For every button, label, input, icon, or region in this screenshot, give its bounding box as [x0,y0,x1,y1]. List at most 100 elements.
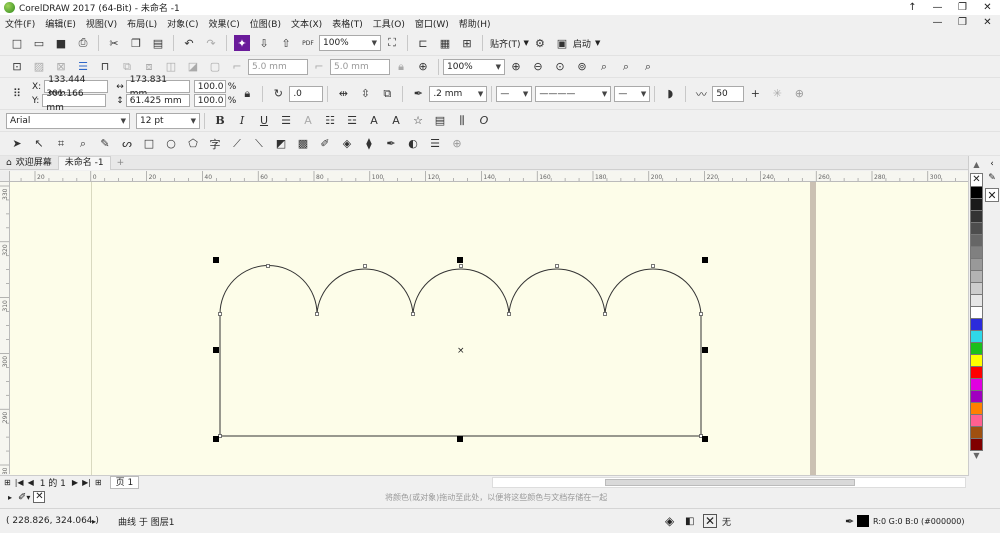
drawing-canvas[interactable]: × [10,182,968,475]
copy-icon[interactable]: ❐ [128,35,144,51]
zoom-out-icon[interactable]: ⊖ [530,59,546,75]
color-swatch[interactable] [970,187,983,199]
handle-bottom-left[interactable] [213,436,219,442]
cut-icon[interactable]: ✂ [106,35,122,51]
simplify-icon[interactable]: ◪ [185,59,201,75]
horizontal-scroll-thumb[interactable] [605,479,855,486]
bold-icon[interactable]: B [212,113,228,129]
color-swatch[interactable] [970,211,983,223]
color-swatch[interactable] [970,343,983,355]
zoom-tool-icon[interactable]: ⌕ [75,136,91,152]
combine-icon[interactable]: ▢ [207,59,223,75]
color-swatch[interactable] [970,319,983,331]
add-page-icon[interactable]: ⊞ [95,478,102,487]
color-icon[interactable]: ◐ [405,136,421,152]
color-swatch[interactable] [970,415,983,427]
help-up-icon[interactable]: ↑ [900,0,925,15]
new-document-icon[interactable]: □ [9,35,25,51]
menu-help[interactable]: 帮助(H) [459,17,491,30]
handle-bottom-center[interactable] [457,436,463,442]
polygon-tool-icon[interactable]: ⬠ [185,136,201,152]
handle-bottom-right[interactable] [702,436,708,442]
full-screen-icon[interactable]: ⛶ [384,35,400,51]
redo-icon[interactable]: ↷ [203,35,219,51]
drop-shadow-icon[interactable]: ◩ [273,136,289,152]
lock-icon[interactable]: 🔒︎ [393,59,409,75]
color-swatch[interactable] [970,283,983,295]
color-swatch[interactable] [970,391,983,403]
text-properties-icon[interactable]: A [388,113,404,129]
outline-size-b-icon[interactable]: ⌐ [311,59,327,75]
menu-view[interactable]: 视图(V) [86,17,117,30]
close-curve-icon[interactable]: ◗ [662,86,678,102]
color-swatch[interactable] [970,223,983,235]
glyph-icon[interactable]: ☆ [410,113,426,129]
height-input[interactable]: 61.425 mm [125,94,190,107]
no-color-swatch[interactable]: ✕ [970,173,983,187]
outline-pen-icon[interactable]: ✒ [410,86,426,102]
smoothing-plus-icon[interactable]: + [747,86,763,102]
color-swatch[interactable] [970,355,983,367]
doc-close-button[interactable]: ✕ [975,15,1000,31]
color-swatch[interactable] [970,199,983,211]
color-swatch[interactable] [970,307,983,319]
print-icon[interactable]: ⎙ [75,35,91,51]
artistic-media-icon[interactable]: ᔕ [119,136,135,152]
export-icon[interactable]: ⇧ [278,35,294,51]
menu-tools[interactable]: 工具(O) [373,17,405,30]
page-tab-1[interactable]: 页 1 [109,476,140,489]
publish-pdf-icon[interactable]: PDF [300,35,316,51]
smart-fill-icon[interactable]: ⧫ [361,136,377,152]
customize-toolbox-icon[interactable]: ☰ [427,136,443,152]
zoom-all-icon[interactable]: ⊚ [574,59,590,75]
snap-to-dropdown[interactable]: 贴齐(T) [490,37,521,50]
color-swatch[interactable] [970,259,983,271]
save-icon[interactable]: ■ [53,35,69,51]
connector-tool-icon[interactable]: ⟍ [251,136,267,152]
bullet-list-icon[interactable]: ☷ [322,113,338,129]
crop-tool-icon[interactable]: ⌗ [53,136,69,152]
undo-icon[interactable]: ↶ [181,35,197,51]
add-tool-icon[interactable]: ⊕ [791,86,807,102]
color-swatch[interactable] [970,427,983,439]
prev-page-icon[interactable]: ◀ [28,478,34,487]
docker-collapse-icon[interactable]: ‹ [984,156,1000,173]
open-folder-icon[interactable]: ▭ [31,35,47,51]
underline-icon[interactable]: U [256,113,272,129]
color-swatch[interactable] [970,235,983,247]
mirror-horizontal-icon[interactable]: ⇹ [335,86,351,102]
bitmap-convert-icon[interactable]: ⊡ [9,59,25,75]
menu-bitmaps[interactable]: 位图(B) [250,17,281,30]
y-position-input[interactable]: 301.166 mm [42,89,107,113]
outline-pen-status-icon[interactable]: ✒ [845,515,854,528]
show-guidelines-icon[interactable]: ⊞ [459,35,475,51]
show-grid-icon[interactable]: ▦ [437,35,453,51]
rotation-input[interactable]: .0 [289,85,324,102]
launch-dropdown[interactable]: 启动 [573,37,591,50]
options-gear-icon[interactable]: ⚙ [532,35,548,51]
restore-button[interactable]: ❐ [950,0,975,15]
end-arrow-select[interactable]: — ▼ [614,85,651,102]
interactive-fill-icon[interactable]: ◈ [339,136,355,152]
horizontal-ruler[interactable]: 20 0 20 40 60 80 100 120 140 160 180 200 220 240 260 28… [10,171,968,182]
zoom-level-select[interactable]: 100% ▼ [319,35,381,51]
tab-welcome-screen[interactable]: ⌂ 欢迎屏幕 [0,156,58,170]
outline-width-select[interactable]: .2 mm ▼ [429,85,488,102]
handle-top-left[interactable] [213,257,219,263]
object-origin-icon[interactable]: ⠿ [9,86,25,102]
doc-minimize-button[interactable]: — [925,15,950,31]
ruler-origin[interactable] [0,171,10,182]
application-launcher-icon[interactable]: ▣ [554,35,570,51]
lock-ratio-icon[interactable]: 🔒︎ [239,86,255,102]
handle-middle-left[interactable] [213,347,219,353]
next-page-icon[interactable]: ▶ [72,478,78,487]
no-color-swatch-small[interactable]: ✕ [33,491,46,503]
goto-first-icon[interactable]: |◀ [15,478,24,487]
palette-scroll-up-icon[interactable]: ▲ [969,156,984,173]
tab-untitled-document[interactable]: 未命名 -1 [57,155,111,170]
color-swatch[interactable] [970,271,983,283]
outline-size-icon[interactable]: ⌐ [229,59,245,75]
palette-menu-icon[interactable]: ▸ [8,493,12,502]
eyedropper-icon[interactable]: ✐ [317,136,333,152]
selected-curve-shape[interactable]: × [10,182,968,475]
